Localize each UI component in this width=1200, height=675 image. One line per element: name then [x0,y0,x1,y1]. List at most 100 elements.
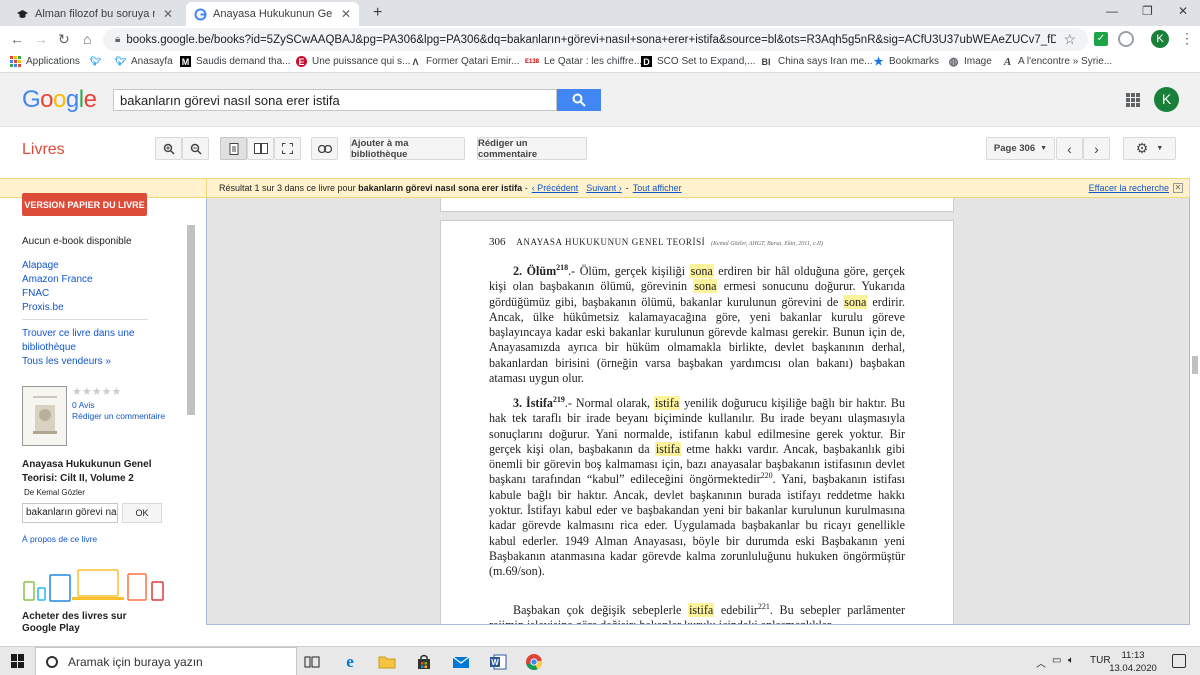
bookmark-anasayfa[interactable]: 🐦︎ Anasayfa [115,56,173,67]
browser-tab-strip: Alman filozof bu soruya nasıl yan ✕ Anay… [0,0,1200,26]
bookmark-applications[interactable]: Applications [10,56,80,67]
all-sellers-link[interactable]: Tous les vendeurs » [22,356,111,367]
google-search-input[interactable]: bakanların görevi nasıl sona erer istifa [113,89,557,111]
tray-chevron-up-icon[interactable]: ︿ [1036,655,1046,670]
page-select-dropdown[interactable]: Page 306 ▼ [986,137,1055,160]
reviews-count-link[interactable]: 0 Avis [72,400,95,410]
bookmark-saudis[interactable]: M Saudis demand tha... [180,56,291,67]
e-red-icon: E [296,56,307,67]
zoom-in-icon [163,143,175,155]
show-all-link[interactable]: Tout afficher [633,183,682,193]
word-icon[interactable]: W [488,652,508,672]
write-review-link[interactable]: Rédiger un commentaire [72,411,165,421]
browser-menu-icon[interactable]: ⋮ [1180,30,1194,47]
bookmark-label: Anasayfa [131,56,173,67]
taskbar-search-box[interactable]: Aramak için buraya yazın [35,647,297,675]
new-tab-icon[interactable]: + [373,4,382,22]
sidebar-scrollbar[interactable] [187,225,195,415]
single-page-view-button[interactable] [220,137,247,160]
system-clock[interactable]: 11:13 13.04.2020 [1108,649,1158,675]
volume-icon[interactable]: 🔈︎ [1068,655,1074,666]
minimize-icon[interactable]: — [1106,4,1118,18]
previous-result-link[interactable]: ‹ Précédent [532,183,579,193]
bookmark-china-iran[interactable]: BI China says Iran me... [759,56,873,67]
tab-google-books[interactable]: Anayasa Hukukunun Genel Teori ✕ [186,2,360,26]
add-to-library-button[interactable]: Ajouter à ma bibliothèque [350,137,465,160]
seller-link-fnac[interactable]: FNAC [22,288,49,299]
account-avatar[interactable]: K [1154,87,1179,112]
link-button[interactable] [311,137,338,160]
find-library-link-2[interactable]: bibliothèque [22,342,76,353]
two-page-view-button[interactable] [247,137,274,160]
file-explorer-icon[interactable] [377,652,397,672]
close-tab-icon[interactable]: ✕ [163,7,173,21]
close-window-icon[interactable]: ✕ [1178,4,1188,18]
address-bar[interactable]: 🔒︎ books.google.be/books?id=5ZySCwAAQBAJ… [103,28,1088,51]
google-logo[interactable]: Google [22,86,97,114]
write-review-button[interactable]: Rédiger un commentaire [477,137,587,160]
restore-icon[interactable]: ❐ [1142,4,1153,18]
bookmark-le-qatar[interactable]: E138 Le Qatar : les chiffre... [525,56,642,67]
home-icon[interactable]: ⌂ [83,31,91,47]
tab-quora[interactable]: Alman filozof bu soruya nasıl yan ✕ [8,2,181,26]
settings-button[interactable]: ⚙ ▼ [1123,137,1176,160]
bookmark-une-puissance[interactable]: E Une puissance qui s... [296,56,410,67]
profile-avatar[interactable]: K [1151,30,1169,48]
battery-icon[interactable]: ▭ [1052,655,1061,666]
about-book-link[interactable]: À propos de ce livre [22,534,97,544]
search-in-book-ok-button[interactable]: OK [122,503,162,523]
back-icon[interactable]: ← [10,31,24,47]
notification-center-icon[interactable] [1172,654,1186,668]
chrome-icon[interactable] [524,652,544,672]
running-header: 306 ANAYASA HUKUKUNUN GENEL TEORİSİ (Kem… [489,236,823,248]
previous-page-button[interactable]: ‹ [1056,137,1083,160]
bookmark-star-icon[interactable]: ☆ [1063,31,1076,48]
search-highlight: istifa [688,603,715,617]
reload-icon[interactable]: ↻ [58,31,70,48]
zoom-in-button[interactable] [155,137,182,160]
bookmark-qatari-emir[interactable]: Ʌ Former Qatari Emir... [410,56,519,67]
book-cover-thumbnail[interactable] [22,386,67,446]
windows-start-icon[interactable] [11,654,25,668]
search-highlight: sona [843,294,868,309]
next-page-button[interactable]: › [1083,137,1110,160]
next-result-link[interactable]: Suivant › [586,183,622,193]
caret-down-icon: ▼ [1156,145,1164,152]
banner-separator: - [524,183,528,193]
seller-link-alapage[interactable]: Alapage [22,260,59,271]
mail-icon[interactable] [451,652,471,672]
bookmark-image[interactable]: ◍ Image [948,56,992,68]
medium-icon: M [180,56,191,67]
zoom-out-button[interactable] [182,137,209,160]
store-icon[interactable] [414,652,434,672]
search-button[interactable] [557,89,601,111]
search-in-book-input[interactable]: bakanların görevi nası [22,503,118,523]
viewer-scrollbar-thumb[interactable] [1192,356,1198,374]
bookmark-label: China says Iran me... [778,56,873,67]
clear-search-link[interactable]: Effacer la recherche [1089,183,1169,193]
extension-circle-icon[interactable] [1118,31,1134,47]
buy-print-button[interactable]: VERSION PAPIER DU LIVRE [22,193,147,216]
bookmark-alencontre[interactable]: A A l'encontre » Syrie... [1002,56,1112,68]
bookmark-bookmarks[interactable]: ★ Bookmarks [873,56,940,68]
google-apps-icon[interactable] [1126,93,1140,107]
livres-title[interactable]: Livres [22,141,65,159]
google-play-promo[interactable]: Acheter des livres sur Google Play [22,611,152,635]
address-url[interactable]: books.google.be/books?id=5ZySCwAAQBAJ&pg… [126,34,1056,46]
fullscreen-button[interactable] [274,137,301,160]
bookmark-twitter[interactable]: 🐦︎ [90,56,106,67]
book-title: Anayasa Hukukunun Genel Teorisi: Cilt II… [22,459,152,484]
close-tab-icon[interactable]: ✕ [341,7,351,21]
find-library-link[interactable]: Trouver ce livre dans une [22,328,134,339]
task-view-icon[interactable] [302,652,322,672]
edge-icon[interactable]: e [340,652,360,672]
close-banner-icon[interactable]: ✕ [1173,183,1183,193]
extension-check-icon[interactable]: ✓ [1094,32,1108,46]
seller-link-amazon[interactable]: Amazon France [22,274,93,285]
forward-icon[interactable]: → [34,31,48,47]
previous-page-edge [440,198,954,212]
seller-link-proxis[interactable]: Proxis.be [22,302,64,313]
bookmark-label: Bookmarks [889,56,940,67]
book-viewer[interactable]: 306 ANAYASA HUKUKUNUN GENEL TEORİSİ (Kem… [206,198,1190,625]
bookmark-sco[interactable]: D SCO Set to Expand,... [641,56,755,67]
